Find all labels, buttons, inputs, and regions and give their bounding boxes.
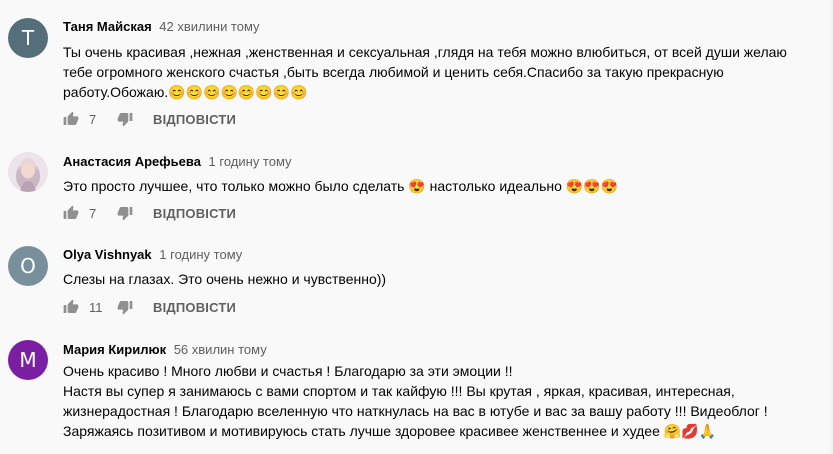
comment-line: тебе огромного женского счастья ,быть вс…	[63, 64, 724, 80]
comment-line: Слезы на глазах. Это очень нежно и чувст…	[63, 271, 387, 287]
comment-text: Это просто лучшее, что только можно было…	[63, 176, 823, 196]
avatar[interactable]: O	[8, 246, 48, 286]
thumbs-down-icon	[117, 207, 133, 221]
avatar[interactable]: T	[8, 18, 48, 58]
author-name[interactable]: Мария Кирилюк	[63, 342, 166, 357]
reply-button[interactable]: ВІДПОВІСТИ	[153, 206, 236, 221]
comment-line: Ты очень красивая ,нежная ,женственная и…	[63, 44, 787, 60]
like-count: 11	[89, 299, 103, 315]
comment-actions: 7 ВІДПОВІСТИ	[63, 109, 236, 129]
comment-line: жизнерадостная ! Благодарю вселенную что…	[63, 403, 768, 419]
like-button[interactable]	[63, 205, 79, 221]
comment-actions: 7 ВІДПОВІСТИ	[63, 203, 236, 223]
comment-line: Заряжаясь позитивом и мотивируюсь стать …	[63, 423, 717, 439]
comment-actions: 11 ВІДПОВІСТИ	[63, 297, 236, 317]
timestamp[interactable]: 56 хвилин тому	[174, 342, 267, 357]
author-name[interactable]: Таня Майская	[63, 19, 152, 34]
avatar[interactable]: M	[8, 340, 48, 380]
reply-button[interactable]: ВІДПОВІСТИ	[153, 112, 236, 127]
reply-button[interactable]: ВІДПОВІСТИ	[153, 300, 236, 315]
timestamp[interactable]: 1 годину тому	[159, 247, 242, 262]
thumbs-up-icon	[63, 111, 79, 125]
avatar-photo	[8, 152, 48, 192]
thumbs-up-icon	[63, 299, 79, 313]
comment-thread-3: O Olya Vishnyak 1 годину тому Слезы на г…	[0, 236, 833, 328]
comment-line: Очень красиво ! Много любви и счастья ! …	[63, 363, 513, 379]
comment-header: Olya Vishnyak 1 годину тому	[63, 246, 823, 264]
comment-thread-2: Анастасия Арефьева 1 годину тому Это про…	[0, 140, 833, 236]
comment-text: Очень красиво ! Много любви и счастья ! …	[63, 361, 823, 441]
timestamp[interactable]: 1 годину тому	[209, 154, 292, 169]
thumbs-up-icon	[63, 205, 79, 219]
comment-text: Ты очень красивая ,нежная ,женственная и…	[63, 42, 823, 102]
avatar[interactable]	[8, 152, 48, 192]
comment-header: Мария Кирилюк 56 хвилин тому	[63, 341, 823, 359]
comment-line: Это просто лучшее, что только можно было…	[63, 178, 619, 194]
comment-thread-4: M Мария Кирилюк 56 хвилин тому Очень кра…	[0, 328, 833, 454]
like-button[interactable]	[63, 111, 79, 127]
dislike-button[interactable]	[117, 299, 133, 315]
like-count: 7	[89, 111, 97, 127]
like-count: 7	[89, 205, 97, 221]
comment-line: Настя вы супер я занимаюсь с вами спорто…	[63, 383, 735, 399]
timestamp[interactable]: 42 хвилини тому	[159, 19, 259, 34]
author-name[interactable]: Olya Vishnyak	[63, 247, 152, 262]
comment-header: Таня Майская 42 хвилини тому	[63, 18, 823, 36]
comment-text: Слезы на глазах. Это очень нежно и чувст…	[63, 269, 823, 289]
dislike-button[interactable]	[117, 111, 133, 127]
comment-header: Анастасия Арефьева 1 годину тому	[63, 153, 823, 171]
comment-thread-1: T Таня Майская 42 хвилини тому Ты очень …	[0, 0, 833, 140]
comment-line: работу.Обожаю.😊😊😊😊😊😊😊😊	[63, 84, 308, 100]
dislike-button[interactable]	[117, 205, 133, 221]
thumbs-down-icon	[117, 113, 133, 127]
author-name[interactable]: Анастасия Арефьева	[63, 154, 201, 169]
like-button[interactable]	[63, 299, 79, 315]
thumbs-down-icon	[117, 301, 133, 315]
